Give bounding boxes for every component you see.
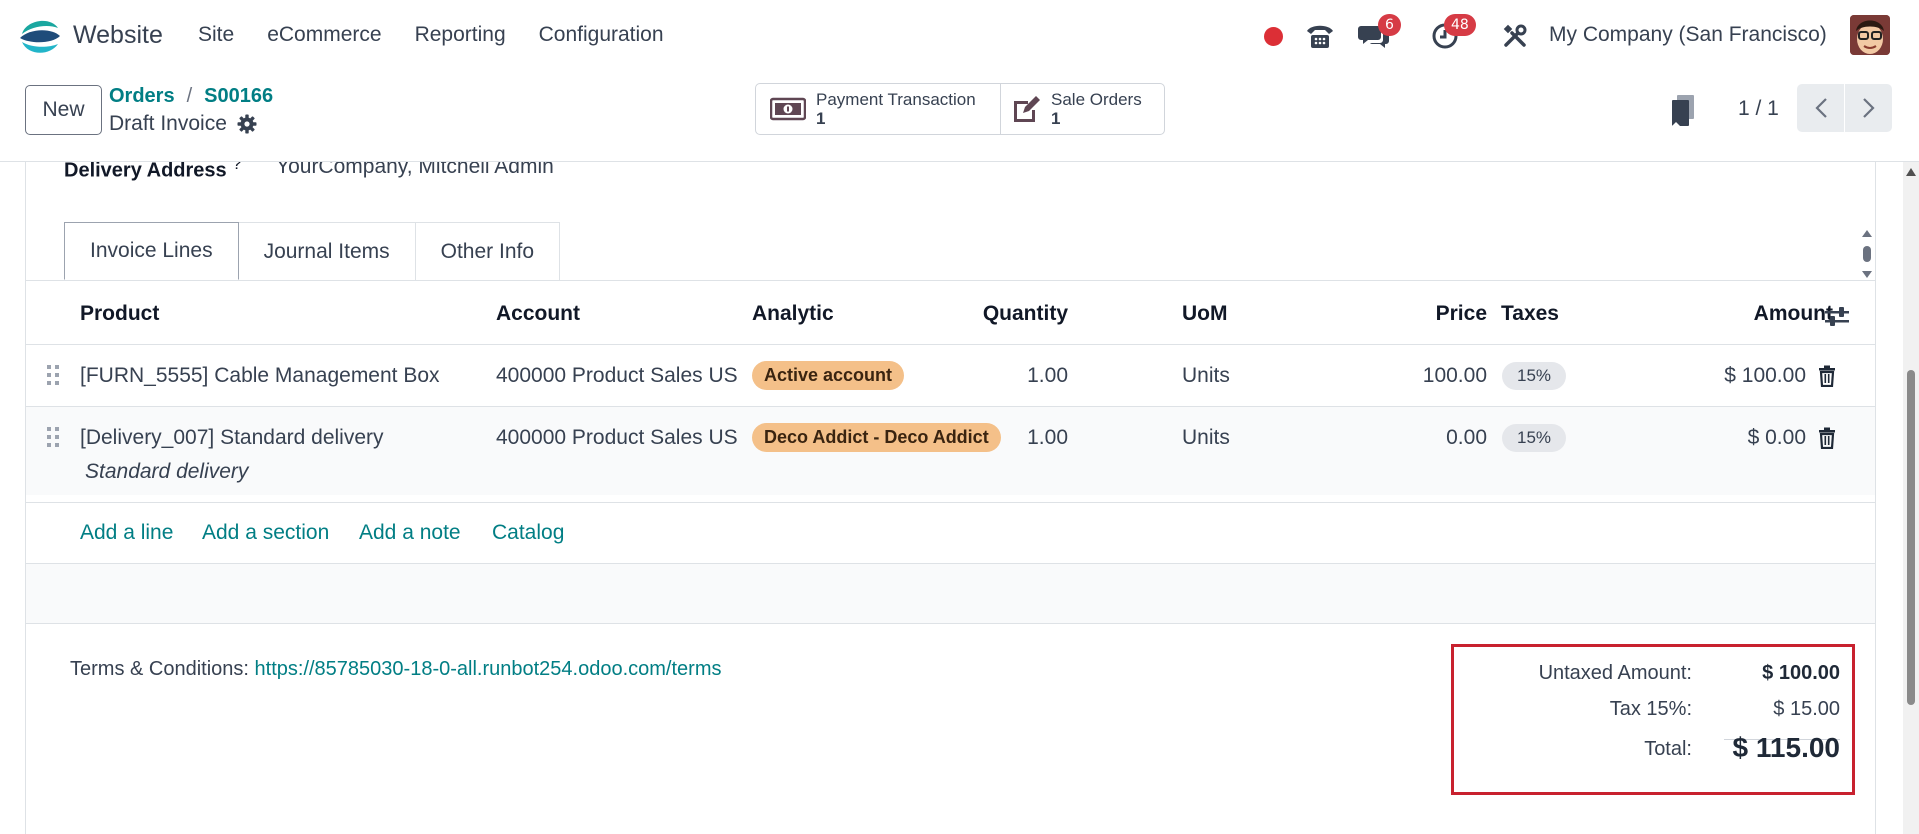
column-header-analytic[interactable]: Analytic — [752, 302, 834, 326]
column-header-price[interactable]: Price — [1326, 302, 1487, 326]
column-header-amount[interactable]: Amount — [1626, 302, 1833, 326]
terms-label: Terms & Conditions: — [70, 658, 249, 680]
notebook-tabs: Invoice Lines Journal Items Other Info — [64, 222, 561, 280]
smart-button-count: 1 — [1051, 109, 1061, 128]
company-switcher[interactable]: My Company (San Francisco) — [1549, 23, 1827, 47]
top-navbar: Website Site eCommerce Reporting Configu… — [0, 0, 1919, 72]
chevron-right-icon — [1862, 98, 1875, 118]
payment-transaction-smart-button[interactable]: Payment Transaction 1 — [755, 83, 1001, 135]
edit-icon — [1011, 94, 1041, 124]
column-header-uom[interactable]: UoM — [1182, 302, 1228, 326]
add-line-link[interactable]: Add a line — [80, 521, 173, 545]
record-title: Draft Invoice — [109, 112, 257, 136]
trash-icon[interactable] — [1818, 365, 1836, 387]
quantity-cell[interactable]: 1.00 — [926, 364, 1068, 388]
add-section-link[interactable]: Add a section — [202, 521, 329, 545]
price-cell[interactable]: 0.00 — [1326, 426, 1487, 450]
app-logo-icon[interactable] — [18, 14, 62, 58]
record-name: Draft Invoice — [109, 112, 227, 135]
pager-next-button[interactable] — [1845, 84, 1892, 132]
recording-indicator-icon[interactable] — [1263, 16, 1283, 56]
scrollbar-thumb[interactable] — [1907, 370, 1915, 705]
tab-journal-items[interactable]: Journal Items — [238, 222, 416, 280]
uom-cell[interactable]: Units — [1182, 364, 1230, 388]
tools-icon[interactable] — [1500, 16, 1530, 56]
column-header-taxes[interactable]: Taxes — [1501, 302, 1559, 326]
product-cell[interactable]: [Delivery_007] Standard delivery — [80, 426, 384, 450]
chevron-left-icon — [1814, 98, 1827, 118]
column-header-product[interactable]: Product — [80, 302, 159, 326]
messages-button[interactable]: 6 — [1354, 14, 1401, 56]
app-name[interactable]: Website — [73, 21, 163, 50]
attachment-files-icon[interactable] — [1670, 94, 1696, 128]
total-label: Total: — [1644, 738, 1692, 760]
menu-site[interactable]: Site — [198, 23, 234, 47]
smart-button-label: Sale Orders — [1051, 90, 1142, 109]
catalog-link[interactable]: Catalog — [492, 521, 564, 545]
totals-summary: Untaxed Amount: $ 100.00 Tax 15%: $ 15.0… — [1451, 644, 1855, 795]
control-panel: New Orders / S00166 Draft Invoice Paymen… — [0, 72, 1919, 162]
tax-tag[interactable]: 15% — [1502, 424, 1567, 452]
tab-other-info[interactable]: Other Info — [415, 222, 561, 280]
quantity-cell[interactable]: 1.00 — [926, 426, 1068, 450]
menu-ecommerce[interactable]: eCommerce — [267, 23, 381, 47]
pager-previous-button[interactable] — [1797, 84, 1844, 132]
product-cell[interactable]: [FURN_5555] Cable Management Box — [80, 364, 440, 388]
drag-handle-icon[interactable] — [46, 364, 60, 386]
menu-configuration[interactable]: Configuration — [539, 23, 664, 47]
main-menu: Site eCommerce Reporting Configuration — [198, 23, 697, 47]
breadcrumb-order-number[interactable]: S00166 — [204, 85, 273, 107]
breadcrumb-separator: / — [186, 85, 193, 107]
total-value: $ 115.00 — [1732, 732, 1840, 763]
terms-and-conditions: Terms & Conditions: https://85785030-18-… — [70, 658, 721, 681]
price-cell[interactable]: 100.00 — [1326, 364, 1487, 388]
breadcrumb: Orders / S00166 — [109, 85, 273, 108]
new-button[interactable]: New — [25, 85, 102, 135]
gear-icon[interactable] — [237, 114, 257, 134]
delivery-address-label: Delivery Address ? — [64, 162, 242, 182]
smart-button-count: 1 — [816, 109, 826, 128]
user-avatar[interactable] — [1850, 15, 1890, 55]
account-cell[interactable]: 400000 Product Sales US — [496, 426, 738, 450]
untaxed-amount-value: $ 100.00 — [1762, 662, 1840, 684]
sale-orders-smart-button[interactable]: Sale Orders 1 — [1000, 83, 1165, 135]
column-header-account[interactable]: Account — [496, 302, 580, 326]
activities-button[interactable]: 48 — [1425, 14, 1476, 56]
tax-tag[interactable]: 15% — [1502, 362, 1567, 390]
trash-icon[interactable] — [1818, 427, 1836, 449]
messages-badge: 6 — [1378, 14, 1401, 36]
account-cell[interactable]: 400000 Product Sales US — [496, 364, 738, 388]
tab-invoice-lines[interactable]: Invoice Lines — [64, 222, 239, 280]
amount-cell: $ 100.00 — [1724, 364, 1806, 387]
uom-cell[interactable]: Units — [1182, 426, 1230, 450]
line-description[interactable]: Standard delivery — [85, 460, 248, 484]
analytic-tag[interactable]: Active account — [752, 361, 905, 390]
tax-label: Tax 15%: — [1609, 698, 1692, 720]
breadcrumb-orders[interactable]: Orders — [109, 85, 175, 107]
terms-link[interactable]: https://85785030-18-0-all.runbot254.odoo… — [255, 658, 722, 680]
activities-badge: 48 — [1444, 14, 1476, 36]
add-note-link[interactable]: Add a note — [359, 521, 461, 545]
pager-value[interactable]: 1 / 1 — [1738, 97, 1779, 121]
tax-value: $ 15.00 — [1773, 698, 1840, 720]
column-header-quantity[interactable]: Quantity — [926, 302, 1068, 326]
form-sheet: Delivery Address ? YourCompany, Mitchell… — [25, 162, 1876, 834]
delivery-address-field[interactable]: YourCompany, Mitchell Admin — [276, 162, 554, 179]
money-icon — [770, 94, 806, 124]
tabs-scroll-control[interactable] — [1861, 228, 1873, 280]
smart-button-label: Payment Transaction — [816, 90, 976, 109]
optional-columns-sliders-icon[interactable] — [1824, 306, 1850, 328]
page-scrollbar[interactable] — [1903, 162, 1919, 834]
amount-cell: $ 0.00 — [1747, 426, 1806, 449]
phone-icon[interactable] — [1302, 16, 1338, 56]
scroll-up-arrow-icon[interactable] — [1906, 168, 1916, 176]
drag-handle-icon[interactable] — [46, 426, 60, 448]
menu-reporting[interactable]: Reporting — [415, 23, 506, 47]
untaxed-amount-label: Untaxed Amount: — [1538, 662, 1692, 684]
